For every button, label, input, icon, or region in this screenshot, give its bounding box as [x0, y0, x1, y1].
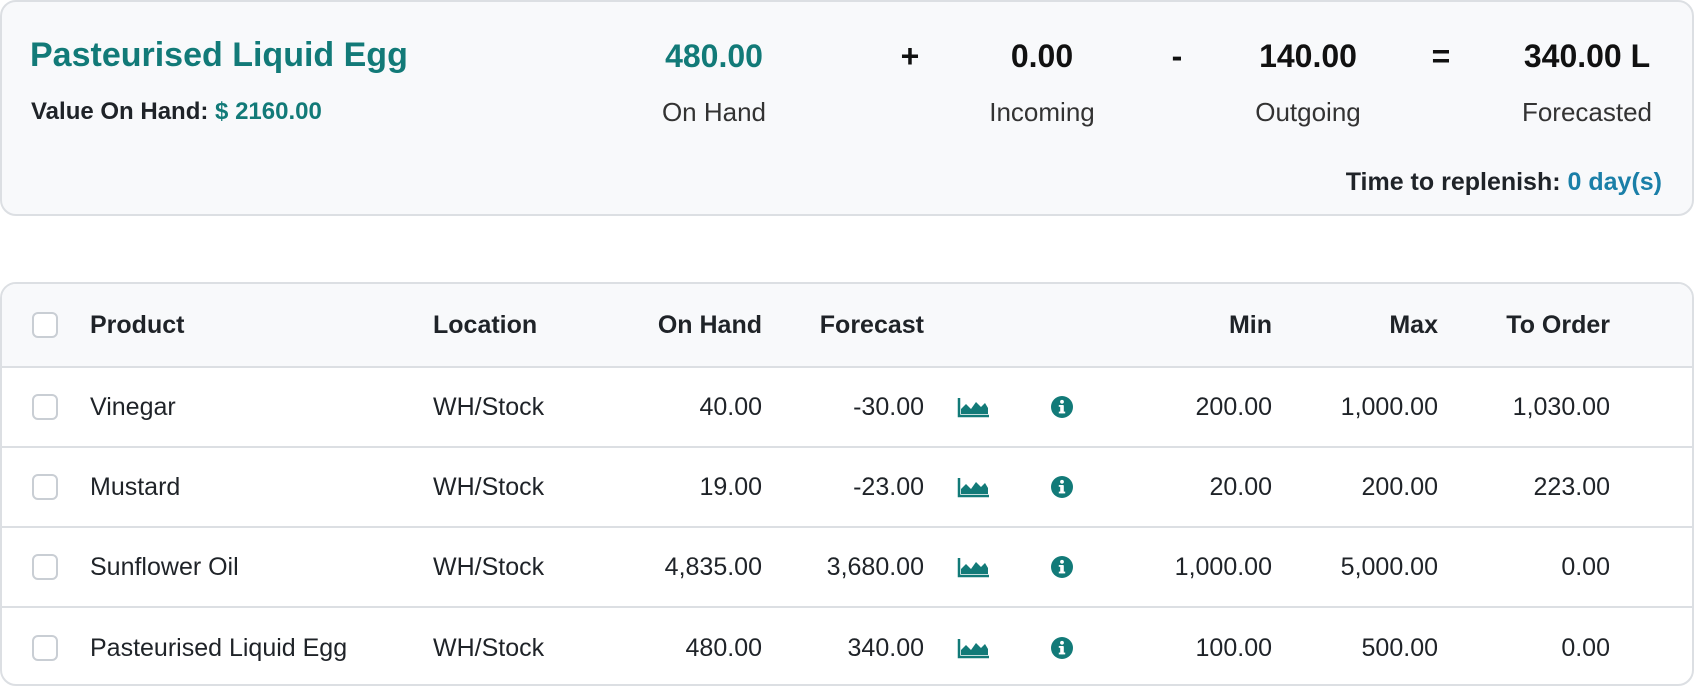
metric-outgoing[interactable]: 140.00 Outgoing [1228, 36, 1388, 128]
row-min: 1,000.00 [1174, 552, 1272, 581]
table-row[interactable]: Mustard WH/Stock 19.00 -23.00 20.00 200.… [2, 448, 1692, 528]
row-on-hand: 480.00 [685, 633, 762, 662]
info-circle-icon[interactable] [1042, 448, 1082, 526]
column-header-product[interactable]: Product [90, 284, 184, 366]
metric-forecasted-value: 340.00 L [1523, 38, 1651, 74]
row-location: WH/Stock [433, 472, 545, 501]
replenishment-table: Product Location On Hand Forecast Min Ma… [0, 282, 1694, 686]
time-to-replenish-label: Time to replenish: [1345, 168, 1561, 196]
area-chart-icon[interactable] [954, 448, 994, 526]
value-on-hand-amount: $ 2160.00 [215, 98, 322, 125]
row-max: 200.00 [1361, 472, 1438, 501]
column-header-min[interactable]: Min [1102, 284, 1272, 366]
column-header-on-hand[interactable]: On Hand [582, 284, 762, 366]
row-on-hand: 4,835.00 [664, 552, 762, 581]
row-location: WH/Stock [433, 552, 545, 581]
time-to-replenish: Time to replenish: 0 day(s) [1346, 168, 1662, 197]
area-chart-icon[interactable] [954, 368, 994, 446]
table-header-row: Product Location On Hand Forecast Min Ma… [2, 284, 1692, 368]
row-checkbox[interactable] [32, 394, 58, 420]
row-max: 1,000.00 [1340, 392, 1438, 421]
value-on-hand: Value On Hand: $ 2160.00 [31, 98, 322, 126]
info-circle-icon[interactable] [1042, 368, 1082, 446]
row-min: 20.00 [1209, 472, 1272, 501]
select-all-checkbox[interactable] [32, 312, 58, 338]
row-product: Pasteurised Liquid Egg [90, 633, 348, 662]
product-title[interactable]: Pasteurised Liquid Egg [30, 36, 408, 75]
metric-on-hand-value: 480.00 [665, 38, 763, 74]
row-checkbox[interactable] [32, 635, 58, 661]
time-to-replenish-value[interactable]: 0 day(s) [1568, 168, 1662, 196]
area-chart-icon[interactable] [954, 528, 994, 606]
row-product: Mustard [90, 472, 181, 501]
operator-plus: + [900, 38, 920, 74]
select-all-cell [32, 284, 60, 366]
operator-equals: = [1431, 38, 1451, 74]
row-on-hand: 19.00 [699, 472, 762, 501]
row-forecast: -30.00 [853, 392, 924, 421]
row-to-order: 0.00 [1561, 552, 1610, 581]
row-product: Sunflower Oil [90, 552, 239, 581]
row-location: WH/Stock [433, 633, 545, 662]
area-chart-icon[interactable] [954, 608, 994, 684]
row-min: 200.00 [1195, 392, 1272, 421]
metric-on-hand[interactable]: 480.00 On Hand [644, 36, 784, 128]
metric-outgoing-value: 140.00 [1259, 38, 1357, 74]
metric-outgoing-label: Outgoing [1255, 97, 1361, 127]
row-forecast: 340.00 [847, 633, 924, 662]
row-location: WH/Stock [433, 392, 545, 421]
metric-incoming-value: 0.00 [1010, 38, 1074, 74]
row-select-cell [32, 608, 60, 684]
row-max: 5,000.00 [1340, 552, 1438, 581]
info-circle-icon[interactable] [1042, 608, 1082, 684]
metric-incoming-label: Incoming [989, 97, 1095, 127]
row-select-cell [32, 448, 60, 526]
column-header-location[interactable]: Location [433, 284, 537, 366]
table-row[interactable]: Vinegar WH/Stock 40.00 -30.00 200.00 1,0… [2, 368, 1692, 448]
column-header-forecast[interactable]: Forecast [742, 284, 924, 366]
operator-minus: - [1171, 38, 1183, 74]
table-row[interactable]: Pasteurised Liquid Egg WH/Stock 480.00 3… [2, 608, 1692, 684]
row-min: 100.00 [1195, 633, 1272, 662]
metric-forecasted[interactable]: 340.00 L Forecasted [1507, 36, 1667, 128]
row-checkbox[interactable] [32, 554, 58, 580]
row-max: 500.00 [1361, 633, 1438, 662]
row-to-order: 0.00 [1561, 633, 1610, 662]
row-select-cell [32, 528, 60, 606]
row-forecast: -23.00 [853, 472, 924, 501]
metric-incoming[interactable]: 0.00 Incoming [962, 36, 1122, 128]
table-row[interactable]: Sunflower Oil WH/Stock 4,835.00 3,680.00… [2, 528, 1692, 608]
metric-forecasted-label: Forecasted [1521, 97, 1653, 127]
info-circle-icon[interactable] [1042, 528, 1082, 606]
column-header-to-order[interactable]: To Order [1438, 284, 1610, 366]
row-to-order: 1,030.00 [1512, 392, 1610, 421]
row-forecast: 3,680.00 [826, 552, 924, 581]
row-to-order: 223.00 [1533, 472, 1610, 501]
row-checkbox[interactable] [32, 474, 58, 500]
product-summary-card: Pasteurised Liquid Egg Value On Hand: $ … [0, 0, 1694, 216]
value-on-hand-label: Value On Hand: [31, 98, 209, 125]
row-product: Vinegar [90, 392, 176, 421]
column-header-max[interactable]: Max [1272, 284, 1438, 366]
row-on-hand: 40.00 [699, 392, 762, 421]
row-select-cell [32, 368, 60, 446]
metric-on-hand-label: On Hand [661, 97, 767, 127]
